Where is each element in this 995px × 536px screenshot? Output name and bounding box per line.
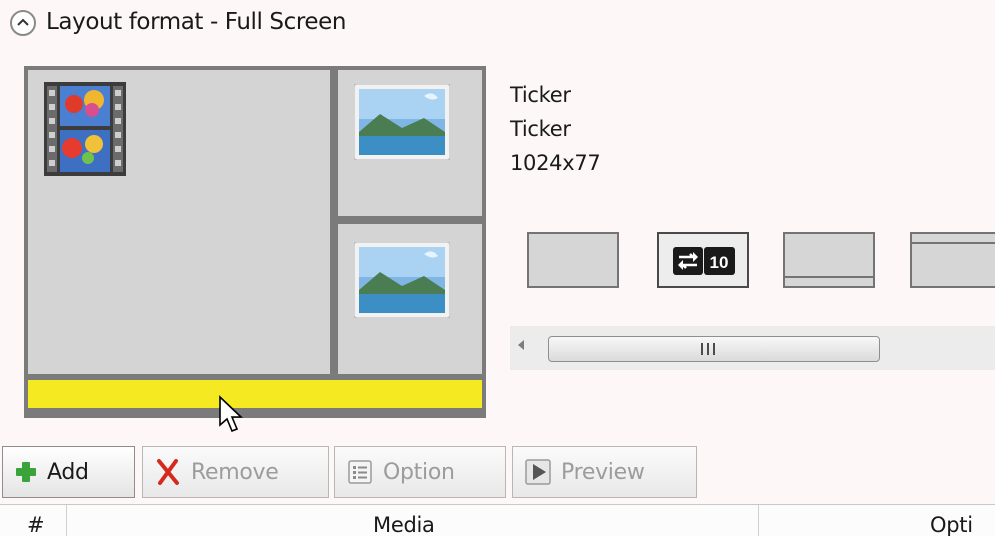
preview-label: Preview <box>561 459 645 485</box>
toolbar: Add Remove Option Preview <box>0 446 995 502</box>
layout-preview <box>24 66 486 418</box>
scrollbar-thumb[interactable] <box>548 336 880 362</box>
plus-icon <box>16 462 36 482</box>
section-title: Layout format - Full Screen <box>46 9 347 35</box>
list-settings-icon <box>348 460 372 484</box>
column-header-number[interactable]: # <box>27 513 45 536</box>
chevron-up-icon <box>17 18 29 26</box>
ticker-badge-number: 10 <box>710 253 729 272</box>
layout-options-strip: 10 <box>510 222 995 300</box>
close-x-icon <box>157 459 179 485</box>
divider <box>912 242 995 244</box>
grip-icon <box>701 343 719 355</box>
column-header-media[interactable]: Media <box>373 513 435 536</box>
layout-option-top-bar[interactable] <box>910 232 995 288</box>
column-divider[interactable] <box>758 505 759 536</box>
side-region-top[interactable] <box>338 70 482 216</box>
region-name: Ticker <box>510 83 571 107</box>
arrow-left-icon[interactable] <box>518 340 524 350</box>
layout-option-plain[interactable] <box>527 232 619 288</box>
media-table-header: # Media Opti <box>0 504 995 536</box>
layout-option-ticker[interactable]: 10 <box>657 232 749 288</box>
column-header-option[interactable]: Opti <box>930 513 973 536</box>
side-region-bottom[interactable] <box>338 224 482 374</box>
horizontal-scrollbar[interactable] <box>510 326 995 370</box>
main-region[interactable] <box>28 70 330 374</box>
collapse-button[interactable] <box>10 10 36 36</box>
region-size: 1024x77 <box>510 151 601 175</box>
option-label: Option <box>383 459 455 485</box>
region-info: Ticker Ticker 1024x77 <box>510 78 601 180</box>
preview-button[interactable]: Preview <box>512 446 697 498</box>
play-icon <box>525 459 551 485</box>
divider <box>785 276 873 278</box>
add-label: Add <box>47 459 89 485</box>
column-divider[interactable] <box>66 505 67 536</box>
remove-button[interactable]: Remove <box>142 446 329 498</box>
option-button[interactable]: Option <box>334 446 506 498</box>
layout-option-bottom-bar[interactable] <box>783 232 875 288</box>
mouse-cursor-icon <box>219 395 243 433</box>
remove-label: Remove <box>191 459 279 485</box>
image-landscape-icon <box>354 242 450 318</box>
section-header: Layout format - Full Screen <box>0 0 995 44</box>
ticker-repeat-icon: 10 <box>673 247 735 275</box>
video-film-icon <box>44 82 126 176</box>
ticker-region[interactable] <box>28 380 482 408</box>
region-type: Ticker <box>510 117 571 141</box>
add-button[interactable]: Add <box>2 446 135 498</box>
image-landscape-icon <box>354 84 450 160</box>
